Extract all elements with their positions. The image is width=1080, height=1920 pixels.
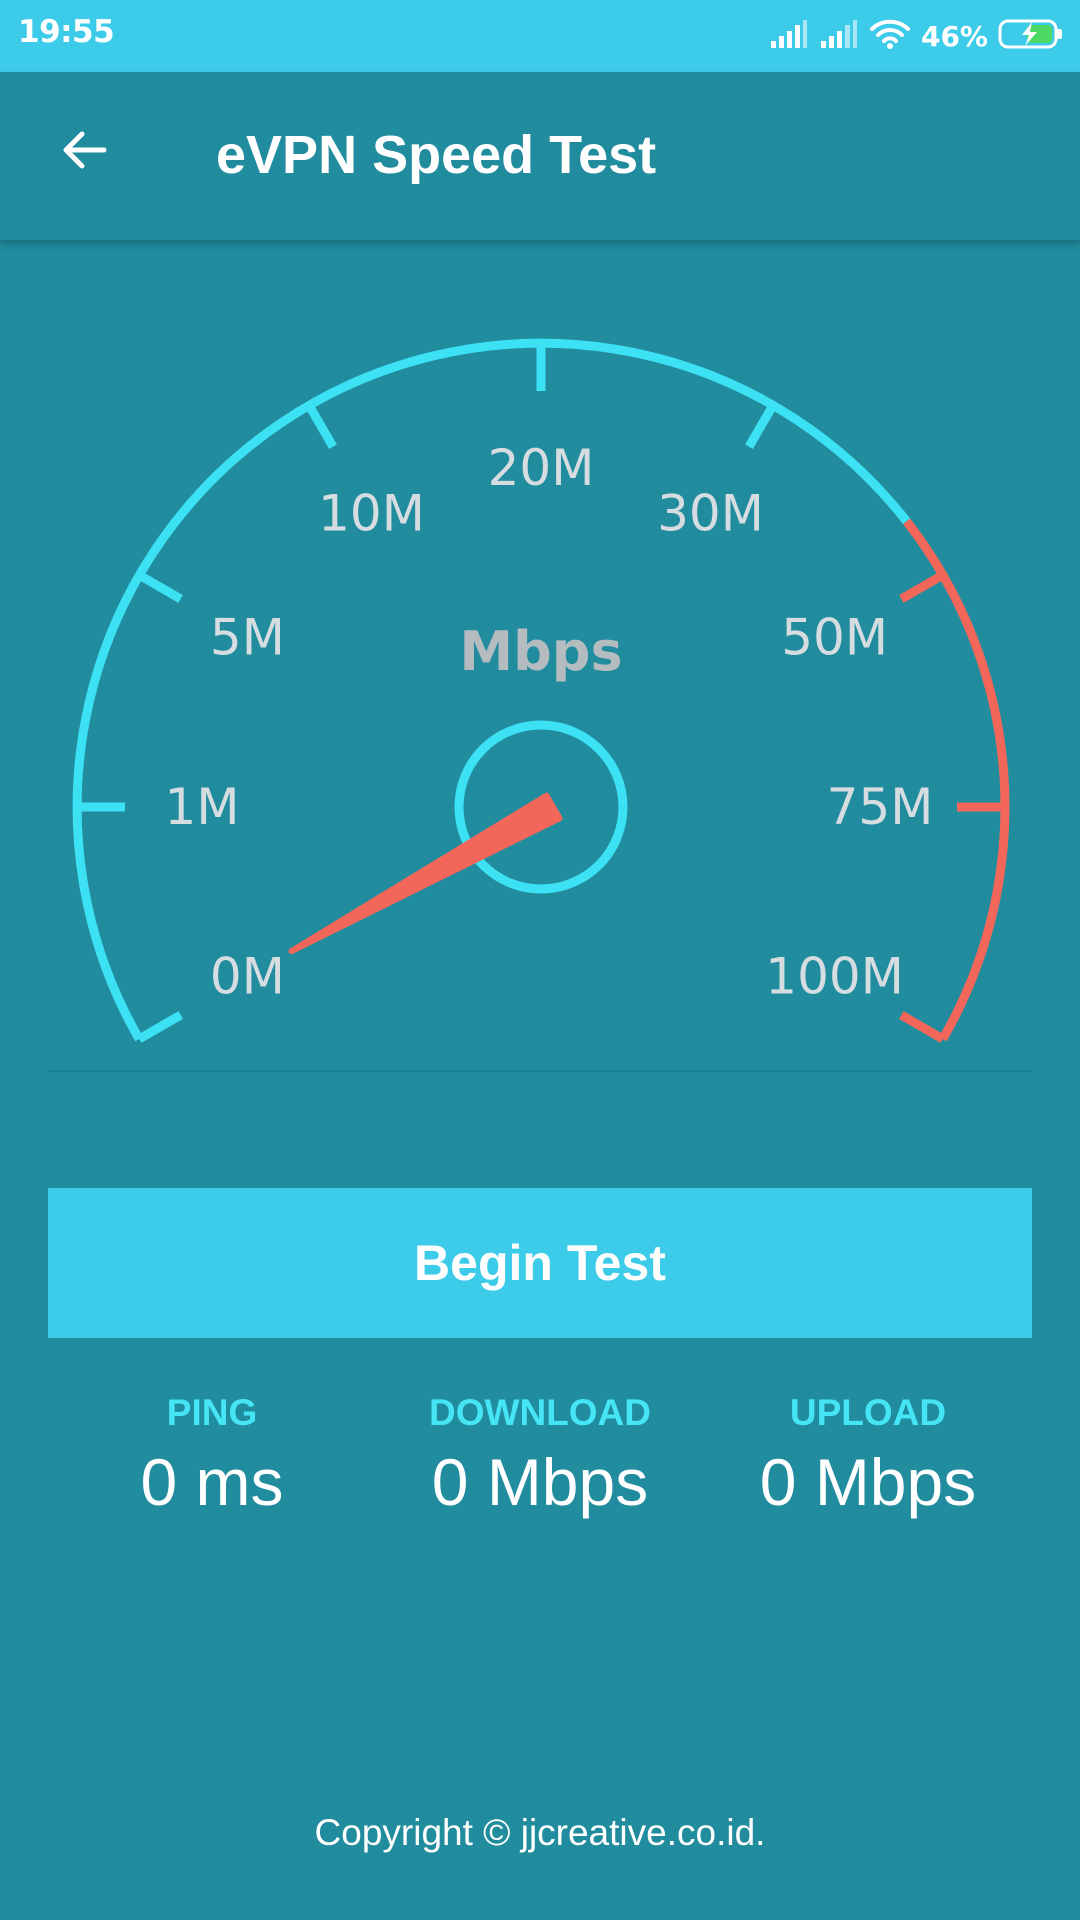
gauge-tick-label: 100M xyxy=(765,948,904,1006)
wifi-icon xyxy=(869,18,911,55)
gauge-tick xyxy=(899,1011,946,1043)
status-bar: 19:55 46% xyxy=(0,0,1080,72)
status-time: 19:55 xyxy=(18,14,115,50)
gauge-needle xyxy=(288,792,563,954)
gauge-tick-label: 1M xyxy=(165,778,240,836)
download-stat: DOWNLOAD 0 Mbps xyxy=(380,1385,700,1523)
gauge-tick-label: 5M xyxy=(210,609,285,667)
app-bar: eVPN Speed Test xyxy=(0,72,1080,240)
upload-value: 0 Mbps xyxy=(759,1445,977,1519)
arrow-left-icon xyxy=(56,122,112,183)
gauge-tick-label: 50M xyxy=(781,609,888,667)
signal-icon xyxy=(819,19,859,54)
gauge-tick-label: 0M xyxy=(210,948,285,1006)
gauge-tick xyxy=(745,402,777,449)
download-value: 0 Mbps xyxy=(431,1445,649,1519)
download-label: DOWNLOAD xyxy=(429,1392,651,1433)
upload-label: UPLOAD xyxy=(789,1392,947,1433)
gauge-tick-label: 10M xyxy=(318,484,425,542)
gauge-tick xyxy=(136,1011,183,1043)
battery-percent: 46% xyxy=(920,19,988,53)
ping-label: PING xyxy=(166,1392,258,1433)
ping-value: 0 ms xyxy=(140,1445,284,1519)
signal-icon xyxy=(769,19,809,54)
copyright-text: Copyright © jjcreative.co.id. xyxy=(314,1812,766,1853)
ping-stat: PING 0 ms xyxy=(52,1385,372,1523)
gauge-tick xyxy=(305,402,337,449)
gauge-tick-label: 30M xyxy=(657,484,764,542)
page-title: eVPN Speed Test xyxy=(216,125,657,185)
upload-stat: UPLOAD 0 Mbps xyxy=(708,1385,1028,1523)
gauge-tick-label: 20M xyxy=(488,439,595,497)
gauge-tick xyxy=(899,571,946,603)
status-icons: 46% xyxy=(759,0,1064,72)
battery-charging-icon xyxy=(998,18,1064,55)
begin-test-button[interactable]: Begin Test xyxy=(48,1188,1032,1338)
divider xyxy=(48,1070,1032,1072)
speedometer-gauge: 0M 1M 5M 10M 20M 30M 50M 75M 100M Mbps xyxy=(72,338,1010,1043)
gauge-tick xyxy=(136,571,183,603)
back-button[interactable] xyxy=(44,112,124,192)
gauge-tick-label: 75M xyxy=(827,778,934,836)
stats-row: PING 0 ms DOWNLOAD 0 Mbps UPLOAD 0 Mbps xyxy=(0,1385,1080,1525)
gauge-unit-label: Mbps xyxy=(459,620,622,683)
